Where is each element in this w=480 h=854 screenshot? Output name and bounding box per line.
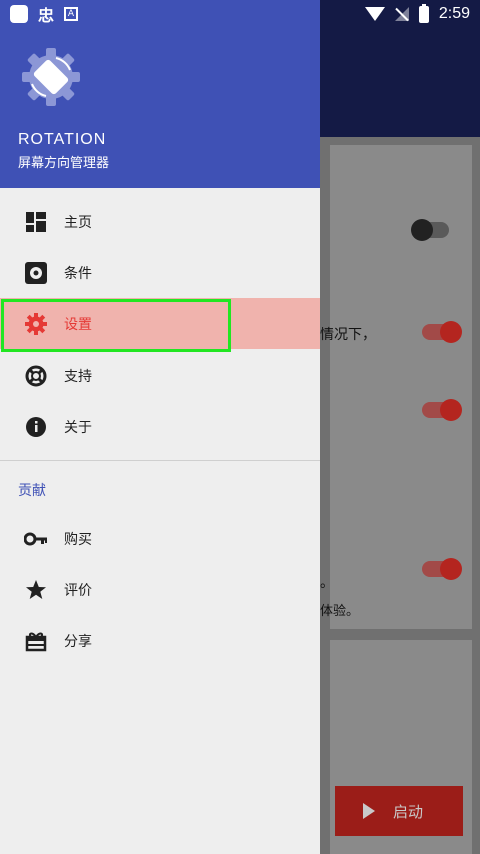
start-button-label: 启动 bbox=[393, 802, 424, 821]
nav-item-conditions[interactable]: 条件 bbox=[0, 247, 320, 298]
toggle-switch-4[interactable] bbox=[422, 558, 462, 580]
nav-item-label: 购买 bbox=[64, 531, 92, 548]
toggle-switch-2[interactable] bbox=[422, 321, 462, 343]
wifi-icon bbox=[364, 7, 385, 21]
background-text-1: 情况下， bbox=[320, 327, 376, 343]
drawer-header: ROTATION 屏幕方向管理器 bbox=[0, 0, 320, 188]
toggle-switch-3[interactable] bbox=[422, 399, 462, 421]
app-name: ROTATION bbox=[18, 131, 107, 148]
background-text-2: 。 bbox=[320, 575, 334, 591]
conditions-gear-icon bbox=[24, 261, 48, 285]
start-button[interactable]: 启动 bbox=[335, 786, 463, 836]
nav-item-label: 条件 bbox=[64, 265, 92, 282]
notification-a-icon: A bbox=[64, 7, 79, 21]
key-icon bbox=[24, 527, 48, 551]
navigation-drawer: ROTATION 屏幕方向管理器 主页 条件 设置 支持 关于 贡献 购买 评价… bbox=[0, 0, 320, 854]
rotation-app-logo-icon bbox=[22, 48, 80, 106]
battery-charging-icon bbox=[418, 3, 429, 23]
no-signal-icon bbox=[394, 7, 409, 21]
selection-highlight-box bbox=[1, 299, 231, 352]
nav-item-label: 支持 bbox=[64, 368, 92, 385]
play-icon bbox=[363, 803, 375, 819]
nav-item-purchase[interactable]: 购买 bbox=[0, 513, 320, 564]
status-time: 2:59 bbox=[438, 5, 470, 22]
nav-item-share[interactable]: 分享 bbox=[0, 615, 320, 666]
app-subtitle: 屏幕方向管理器 bbox=[18, 156, 110, 171]
nav-item-rate[interactable]: 评价 bbox=[0, 564, 320, 615]
background-settings-card bbox=[330, 145, 472, 629]
background-text-3: 体验。 bbox=[320, 604, 360, 619]
gift-icon bbox=[24, 629, 48, 653]
status-bar: 忠 A 2:59 bbox=[0, 0, 480, 28]
notification-app-icon bbox=[10, 5, 28, 23]
nav-item-support[interactable]: 支持 bbox=[0, 350, 320, 401]
info-icon bbox=[24, 415, 48, 439]
dashboard-icon bbox=[24, 210, 48, 234]
nav-item-label: 主页 bbox=[64, 214, 92, 231]
section-title-contribute: 贡献 bbox=[18, 483, 46, 499]
nav-item-label: 关于 bbox=[64, 419, 92, 436]
nav-item-about[interactable]: 关于 bbox=[0, 401, 320, 452]
nav-item-home[interactable]: 主页 bbox=[0, 196, 320, 247]
lifebuoy-icon bbox=[24, 364, 48, 388]
drawer-divider bbox=[0, 460, 320, 461]
star-icon bbox=[24, 578, 48, 602]
nav-item-label: 评价 bbox=[64, 582, 92, 599]
notification-carrier-icon: 忠 bbox=[38, 6, 55, 25]
nav-item-label: 分享 bbox=[64, 633, 92, 650]
toggle-switch-1[interactable] bbox=[411, 219, 449, 241]
